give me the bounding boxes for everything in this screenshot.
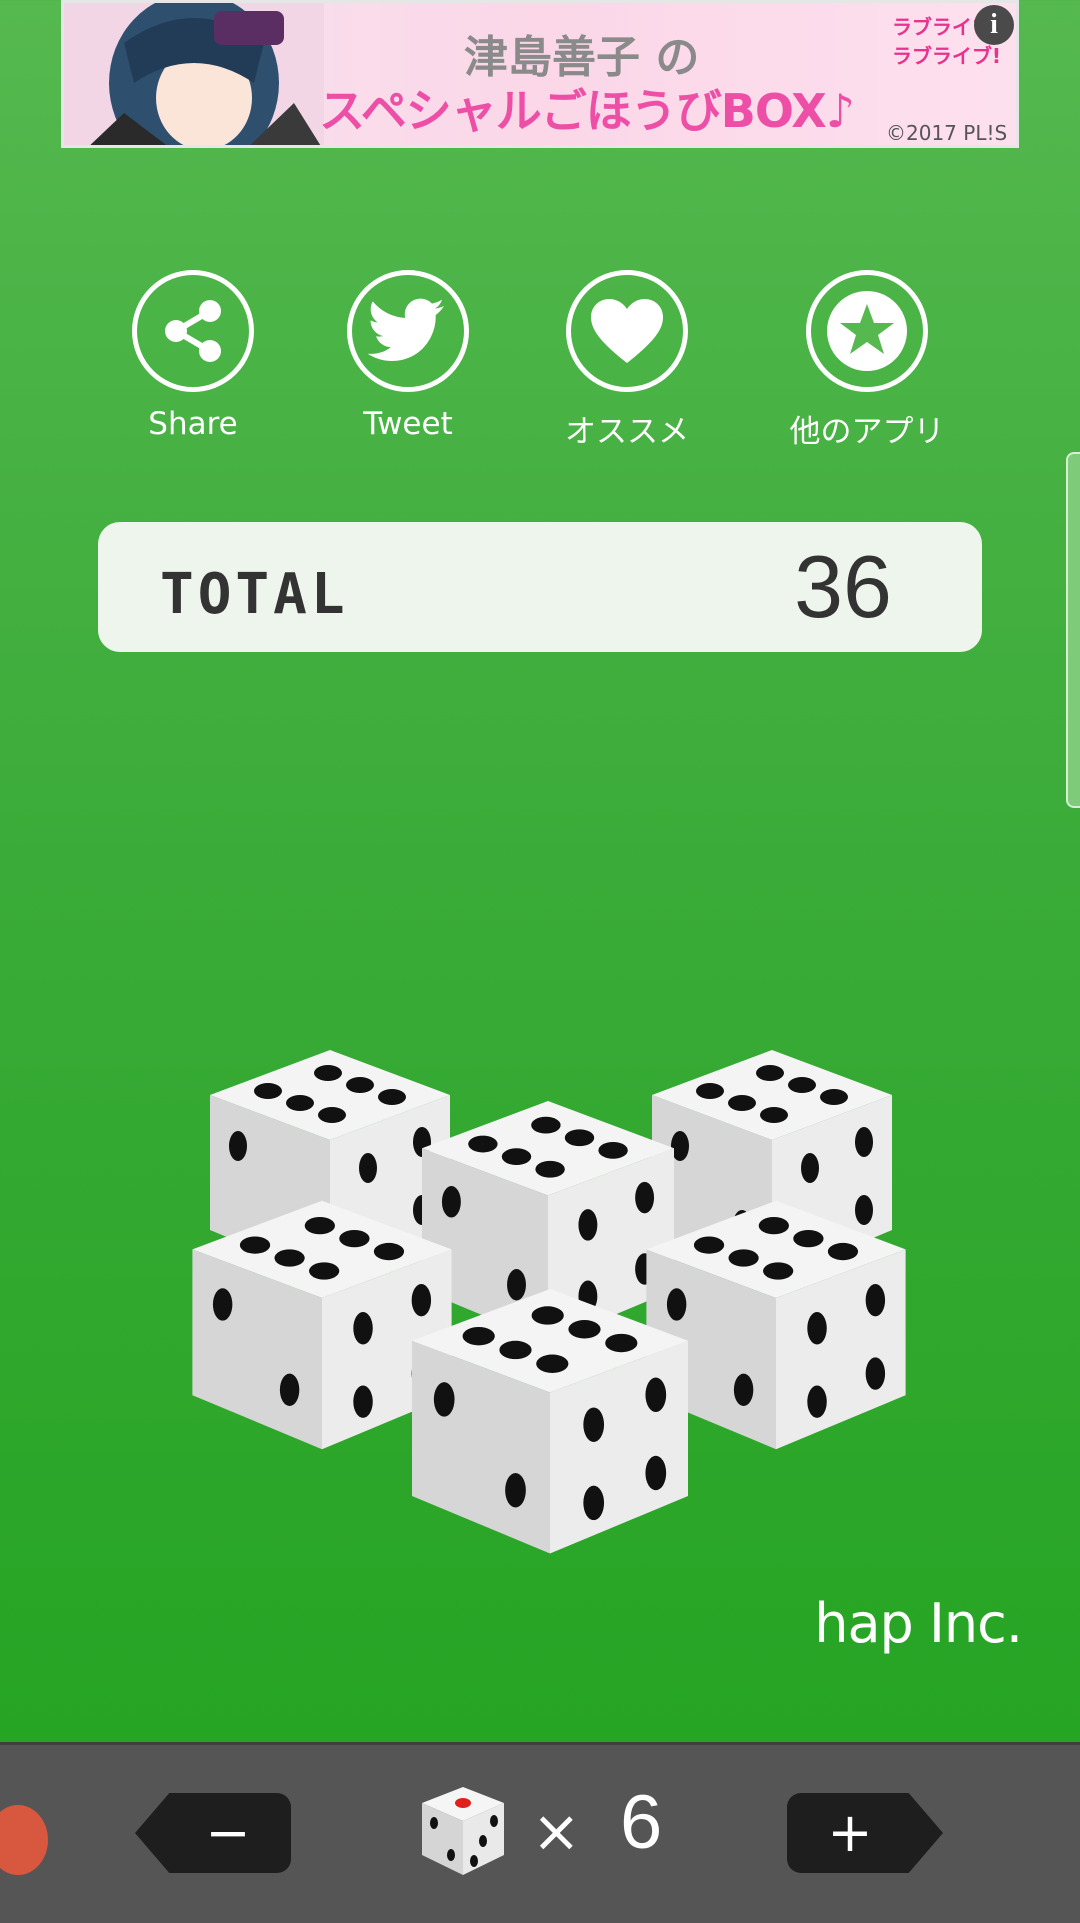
other-apps-button[interactable]: 他のアプリ (777, 270, 957, 451)
twitter-bird-icon (368, 298, 444, 361)
ad-copyright: ©2017 PL!S (886, 121, 1008, 145)
game-menu-icon[interactable] (0, 1805, 48, 1875)
tweet-label: Tweet (363, 406, 453, 442)
total-value: 36 (794, 537, 892, 636)
recommend-label: オススメ (565, 414, 689, 450)
dice-count-bar: − × 6 + (0, 1742, 1080, 1923)
times-symbol: × (532, 1797, 581, 1865)
decrease-dice-button[interactable]: − (135, 1793, 291, 1873)
increase-dice-button[interactable]: + (787, 1793, 943, 1873)
heart-icon (591, 299, 663, 363)
ad-subtitle: スペシャルごほうびBOX♪ (319, 84, 855, 138)
info-icon[interactable]: i (974, 5, 1014, 45)
other-apps-label: 他のアプリ (789, 414, 945, 450)
star-icon (827, 291, 907, 371)
total-label: TOTAL (160, 562, 349, 627)
recommend-button[interactable]: オススメ (537, 270, 717, 451)
brand-logo: hap Inc. (814, 1592, 1023, 1655)
dice-icon (422, 1787, 504, 1875)
dice-count: 6 (620, 1780, 663, 1865)
share-label: Share (148, 406, 238, 442)
side-drawer-handle[interactable] (1066, 452, 1080, 808)
ad-character-image (64, 3, 324, 145)
ad-banner[interactable]: 津島善子 の スペシャルごほうびBOX♪ ラブライブ! ラブライブ! ©2017… (61, 0, 1019, 148)
total-panel: TOTAL 36 (98, 522, 982, 652)
share-icon (165, 300, 221, 362)
die-6 (412, 1289, 688, 1554)
share-button[interactable]: Share (103, 270, 283, 442)
tweet-button[interactable]: Tweet (318, 270, 498, 442)
dice-area[interactable] (190, 1030, 930, 1610)
